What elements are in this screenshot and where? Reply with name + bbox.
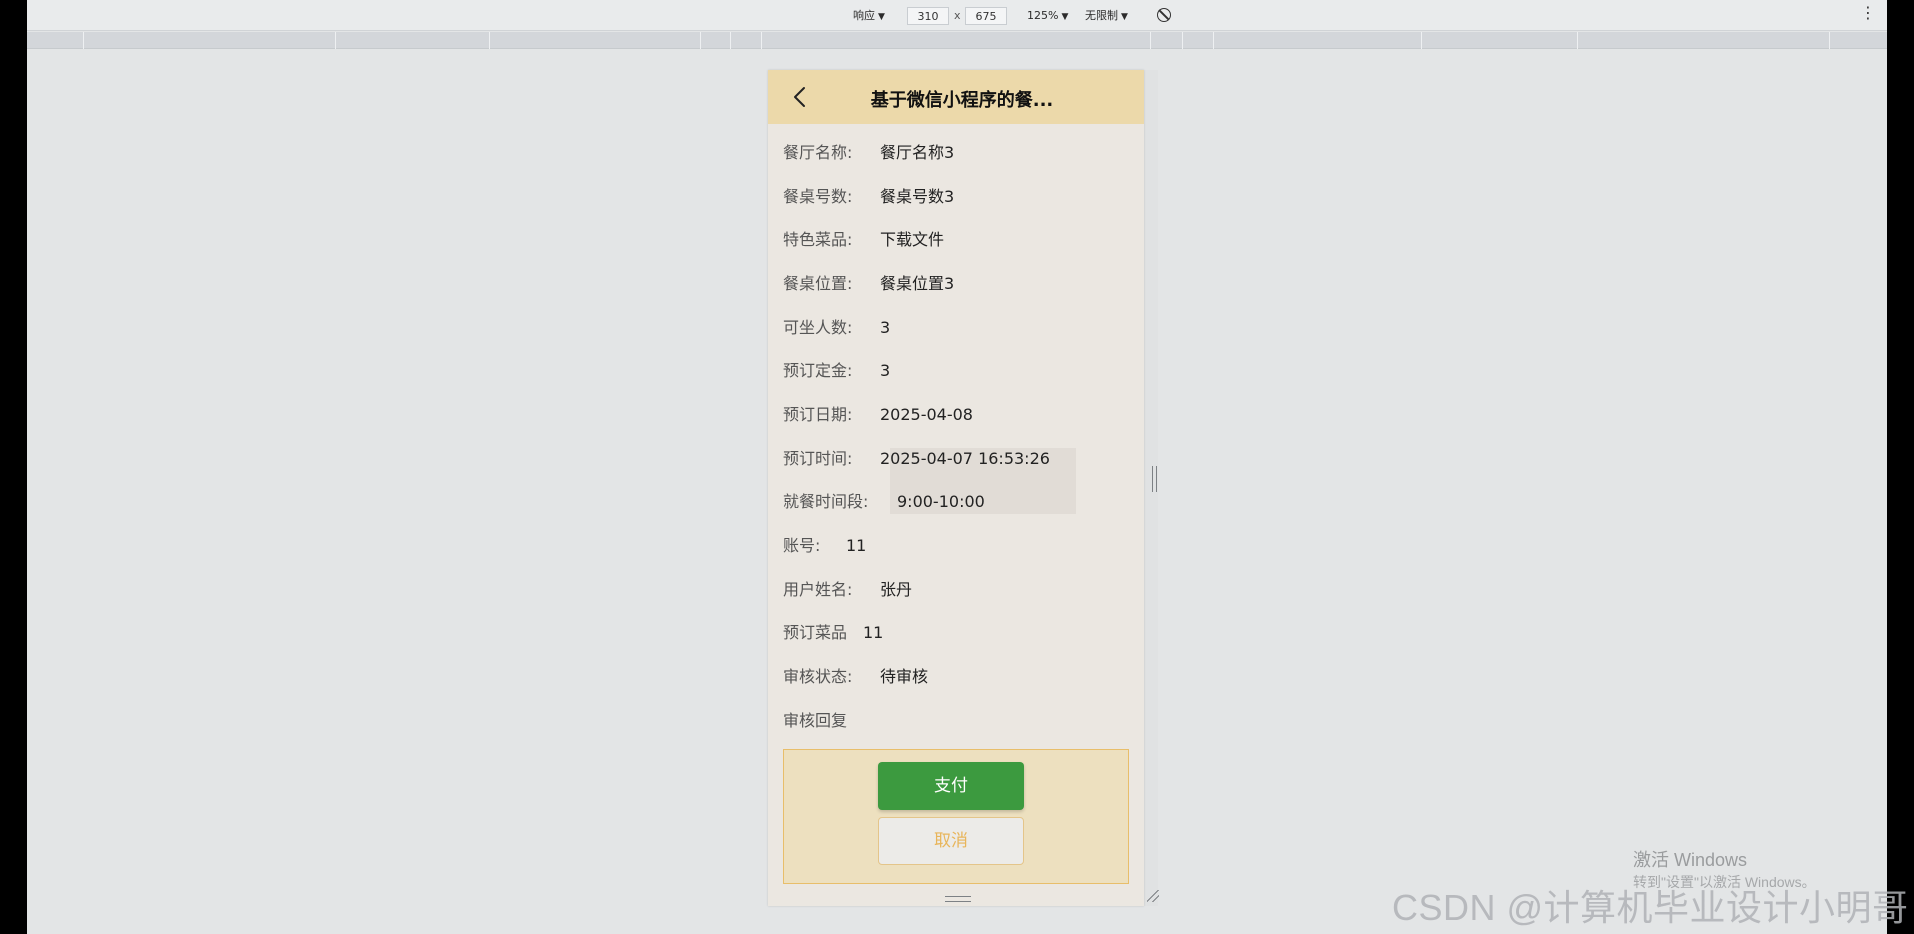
width-input[interactable]: [907, 7, 949, 25]
chevron-down-icon: ▼: [878, 12, 885, 22]
detail-row-booking-date: 预订日期: 2025-04-08: [783, 403, 973, 427]
cancel-button[interactable]: 取消: [878, 817, 1024, 865]
back-arrow-icon[interactable]: [789, 85, 813, 109]
row-label: 特色菜品:: [783, 230, 853, 249]
row-label: 餐桌号数:: [783, 187, 853, 206]
download-file-link[interactable]: 下载文件: [880, 228, 944, 252]
right-black-bar: [1887, 0, 1914, 934]
resize-corner-icon[interactable]: [1147, 890, 1159, 902]
row-label: 餐厅名称:: [783, 143, 853, 162]
chevron-down-icon: ▼: [1121, 12, 1128, 22]
detail-row-review-reply: 审核回复: [783, 709, 847, 733]
device-mode-label: 响应: [853, 9, 875, 22]
row-value: 11: [846, 536, 867, 555]
detail-row-account: 账号: 11: [783, 534, 866, 558]
zoom-label: 125%: [1027, 9, 1059, 22]
zoom-dropdown[interactable]: 125% ▼: [1027, 8, 1068, 24]
row-label: 账号:: [783, 536, 821, 555]
dimension-separator: x: [954, 9, 961, 22]
row-value: 餐厅名称3: [880, 143, 955, 162]
resize-handle-vertical[interactable]: [1152, 466, 1157, 492]
action-panel: 支付 取消: [783, 749, 1129, 884]
row-label: 预订定金:: [783, 361, 853, 380]
height-input[interactable]: [965, 7, 1007, 25]
row-label: 预订时间:: [783, 449, 853, 468]
detail-row-booked-dishes: 预订菜品 11: [783, 621, 883, 645]
detail-row-user-name: 用户姓名: 张丹: [783, 578, 912, 602]
left-black-bar: [0, 0, 27, 934]
nav-bar: 基于微信小程序的餐...: [768, 70, 1144, 124]
detail-row-deposit: 预订定金: 3: [783, 359, 890, 383]
status-badge: 待审核: [880, 667, 929, 686]
row-label: 审核回复: [783, 711, 848, 730]
row-label: 餐桌位置:: [783, 274, 853, 293]
detail-row-seats: 可坐人数: 3: [783, 316, 890, 340]
more-options-icon[interactable]: ⋮: [1860, 3, 1877, 22]
row-label: 审核状态:: [783, 667, 853, 686]
row-value: 2025-04-08: [880, 405, 973, 424]
detail-row-review-status: 审核状态: 待审核: [783, 665, 928, 689]
resize-handle-horizontal[interactable]: [945, 896, 971, 902]
row-label: 用户姓名:: [783, 580, 853, 599]
detail-row-booking-time: 预订时间: 2025-04-07 16:53:26: [783, 447, 1050, 471]
row-value: 9:00-10:00: [897, 492, 985, 511]
row-label: 就餐时间段:: [783, 492, 869, 511]
row-value: 张丹: [880, 580, 913, 599]
row-value: 餐桌号数3: [880, 187, 955, 206]
csdn-watermark: CSDN @计算机毕业设计小明哥: [1392, 887, 1909, 928]
row-value: 2025-04-07 16:53:26: [880, 449, 1050, 468]
row-label: 预订菜品: [783, 623, 848, 642]
detail-row-restaurant-name: 餐厅名称: 餐厅名称3: [783, 141, 954, 165]
media-query-bar[interactable]: [27, 32, 1887, 49]
throttle-label: 无限制: [1085, 9, 1118, 22]
detail-row-table-location: 餐桌位置: 餐桌位置3: [783, 272, 954, 296]
pay-button[interactable]: 支付: [878, 762, 1024, 810]
row-value: 11: [863, 623, 884, 642]
page-title: 基于微信小程序的餐...: [870, 90, 1054, 108]
detail-row-dining-slot: 就餐时间段: 9:00-10:00: [783, 490, 985, 514]
row-value: 3: [880, 361, 891, 380]
row-label: 预订日期:: [783, 405, 853, 424]
device-mode-dropdown[interactable]: 响应 ▼: [853, 8, 885, 24]
detail-row-special-dish: 特色菜品: 下载文件: [783, 228, 944, 252]
throttle-dropdown[interactable]: 无限制 ▼: [1085, 8, 1128, 24]
rotate-icon[interactable]: [1157, 8, 1171, 22]
activate-windows-title: 激活 Windows: [1633, 850, 1748, 870]
device-toolbar: 响应▼ x 125%▼ 无限制▼ ⋮: [27, 0, 1887, 31]
chevron-down-icon: ▼: [1061, 12, 1069, 22]
detail-row-table-number: 餐桌号数: 餐桌号数3: [783, 185, 954, 209]
devtools-viewport: 响应▼ x 125%▼ 无限制▼ ⋮ 基于微信小程序的餐: [27, 0, 1887, 934]
row-value: 3: [880, 318, 891, 337]
row-value: 餐桌位置3: [880, 274, 955, 293]
row-label: 可坐人数:: [783, 318, 853, 337]
phone-screen: 基于微信小程序的餐... 餐厅名称: 餐厅名称3 餐桌号数: 餐桌号数3 特色菜…: [768, 70, 1144, 906]
